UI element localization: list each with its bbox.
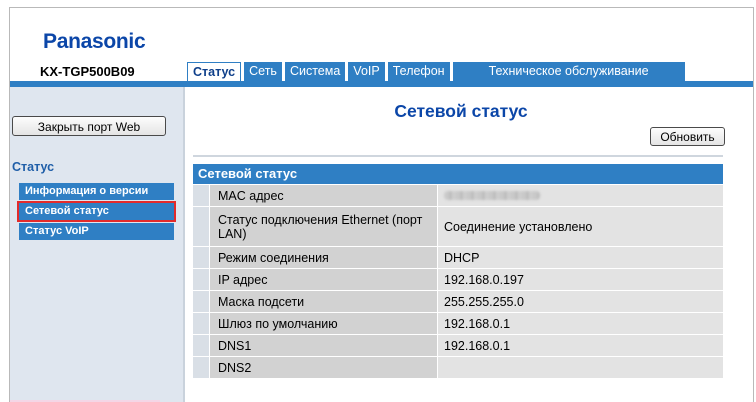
tab-maintenance[interactable]: Техническое обслуживание bbox=[452, 62, 685, 81]
table-row: Режим соединения DHCP bbox=[193, 247, 723, 268]
panasonic-logo: Panasonic bbox=[43, 30, 146, 53]
tab-status[interactable]: Статус bbox=[187, 62, 242, 81]
row-label: DNS2 bbox=[210, 357, 437, 378]
tab-network[interactable]: Сеть bbox=[244, 62, 282, 81]
network-status-table: MAC адрес Статус подключения Ethernet (п… bbox=[193, 185, 723, 379]
row-label: Маска подсети bbox=[210, 291, 437, 312]
mac-address-blurred bbox=[444, 191, 540, 200]
sidebar-item-version-info[interactable]: Информация о версии bbox=[19, 183, 174, 200]
row-label: Статус подключения Ethernet (порт LAN) bbox=[210, 207, 437, 246]
sidebar-item-network-status[interactable]: Сетевой статус bbox=[17, 201, 176, 222]
table-row: Маска подсети 255.255.255.0 bbox=[193, 291, 723, 312]
row-label: Режим соединения bbox=[210, 247, 437, 268]
main-tabs: Статус Сеть Система VoIP Телефон Техниче… bbox=[187, 62, 685, 81]
sidebar-item-voip-status[interactable]: Статус VoIP bbox=[19, 223, 174, 240]
tab-system[interactable]: Система bbox=[284, 62, 346, 81]
page-title: Сетевой статус bbox=[394, 101, 528, 121]
row-value bbox=[438, 357, 723, 378]
table-row: MAC адрес bbox=[193, 185, 723, 206]
row-label: MAC адрес bbox=[210, 185, 437, 206]
row-value bbox=[438, 185, 723, 206]
tab-telephone[interactable]: Телефон bbox=[387, 62, 450, 81]
table-row: Статус подключения Ethernet (порт LAN) С… bbox=[193, 207, 723, 246]
row-value: 192.168.0.197 bbox=[438, 269, 723, 290]
row-label: DNS1 bbox=[210, 335, 437, 356]
close-web-port-button[interactable]: Закрыть порт Web bbox=[12, 116, 166, 136]
table-row: IP адрес 192.168.0.197 bbox=[193, 269, 723, 290]
sidebar-section-title: Статус bbox=[12, 160, 55, 174]
device-model: KX-TGP500B09 bbox=[40, 64, 135, 79]
row-value: 192.168.0.1 bbox=[438, 313, 723, 334]
table-row: Шлюз по умолчанию 192.168.0.1 bbox=[193, 313, 723, 334]
tab-voip[interactable]: VoIP bbox=[348, 62, 385, 81]
table-title: Сетевой статус bbox=[193, 164, 723, 184]
row-value: DHCP bbox=[438, 247, 723, 268]
table-row: DNS1 192.168.0.1 bbox=[193, 335, 723, 356]
row-label: Шлюз по умолчанию bbox=[210, 313, 437, 334]
row-value: 192.168.0.1 bbox=[438, 335, 723, 356]
row-value: Соединение установлено bbox=[438, 207, 723, 246]
row-label: IP адрес bbox=[210, 269, 437, 290]
refresh-button[interactable]: Обновить bbox=[650, 127, 725, 146]
divider bbox=[193, 155, 723, 157]
table-row: DNS2 bbox=[193, 357, 723, 378]
row-value: 255.255.255.0 bbox=[438, 291, 723, 312]
